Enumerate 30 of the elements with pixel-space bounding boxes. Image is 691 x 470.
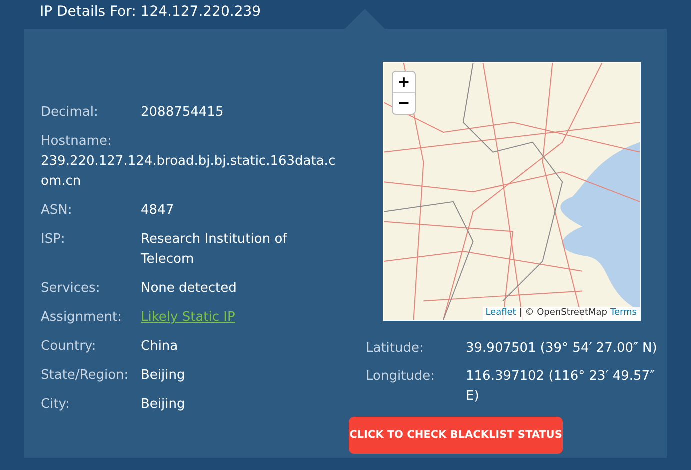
map[interactable]: + − Leaflet | © OpenStreetMap Terms [383, 62, 641, 321]
detail-label: State/Region: [41, 367, 130, 385]
detail-value: Beijing [141, 367, 186, 385]
page-title: IP Details For: 124.127.220.239 [40, 2, 262, 22]
coordinate-value: 39.907501 (39° 54′ 27.00″ N) [466, 340, 658, 358]
detail-label: Services: [41, 280, 102, 298]
detail-value: 239.220.127.124.broad.bj.bj.static.163data.com.cn [41, 153, 337, 191]
detail-label: ISP: [41, 231, 66, 249]
detail-value: 4847 [141, 202, 174, 220]
detail-label: Hostname: [41, 133, 113, 151]
detail-value: None detected [141, 280, 237, 298]
detail-label: Country: [41, 338, 98, 356]
leaflet-link[interactable]: Leaflet [486, 307, 516, 320]
detail-label: City: [41, 396, 71, 414]
attribution-text: | © OpenStreetMap [519, 307, 608, 320]
blacklist-button[interactable]: CLICK TO CHECK BLACKLIST STATUS [349, 417, 563, 454]
detail-value: Beijing [141, 396, 186, 414]
zoom-in-button[interactable]: + [393, 72, 415, 93]
detail-label: Decimal: [41, 104, 100, 122]
detail-label: ASN: [41, 202, 74, 220]
coordinate-value: 116.397102 (116° 23′ 49.57″ E) [466, 368, 656, 406]
detail-value: 2088754415 [141, 104, 224, 122]
zoom-out-button[interactable]: − [393, 93, 415, 114]
assignment-link[interactable]: Likely Static IP [141, 308, 236, 328]
coordinate-label: Latitude: [366, 340, 425, 358]
detail-value: Research Institution of Telecom [141, 231, 288, 269]
detail-label: Assignment: [41, 309, 123, 327]
detail-value: China [141, 338, 178, 356]
coordinate-label: Longitude: [366, 368, 436, 386]
terms-link[interactable]: Terms [610, 307, 637, 320]
